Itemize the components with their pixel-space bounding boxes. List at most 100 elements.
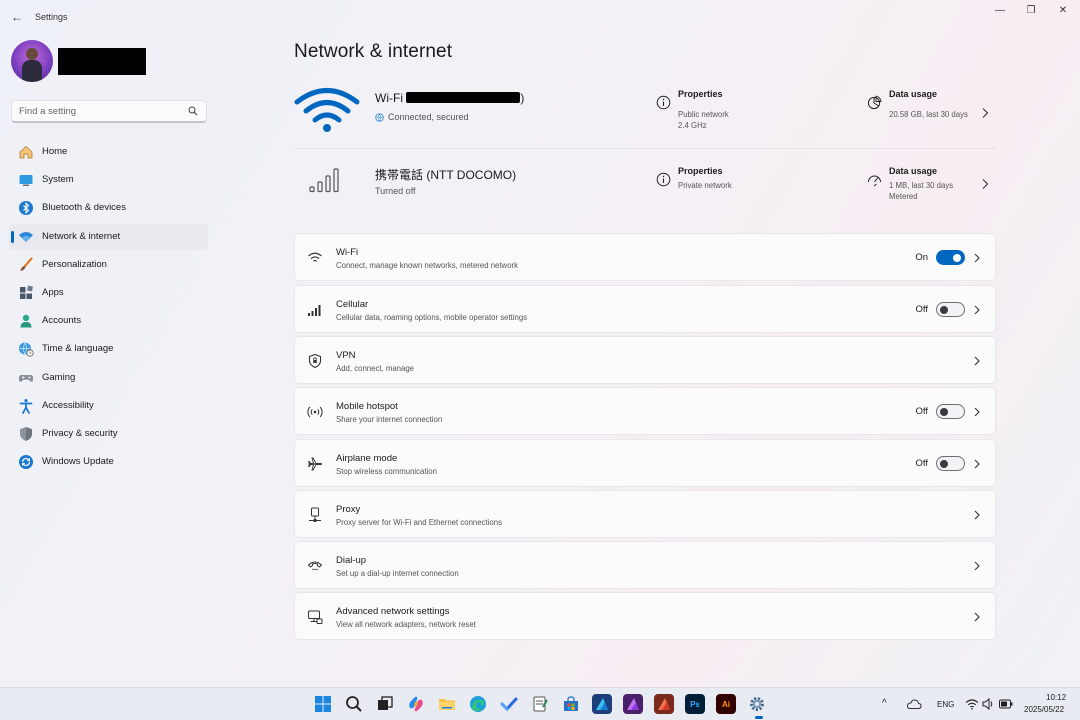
battery-icon[interactable] [999,699,1013,709]
sidebar-item-label: Privacy & security [42,427,118,439]
toggle-state-label: Off [915,406,929,417]
sidebar-item-network[interactable]: Network & internet [9,223,208,250]
card-subtitle: Share your internet connection [336,415,443,424]
affinity-photo-icon[interactable] [623,694,643,714]
title-bar: ← Settings — ❐ ✕ [0,0,1080,34]
taskbar-search-icon[interactable] [344,694,364,714]
sidebar-item-personalization[interactable]: Personalization [9,252,208,278]
chevron-right-icon [974,253,980,263]
cellular-network-name: 携帯電話 (NTT DOCOMO) [375,168,517,182]
search-input[interactable] [19,104,184,119]
network-icon [19,231,33,242]
sidebar-item-accessibility[interactable]: Accessibility [9,393,208,419]
back-button[interactable]: ← [8,10,26,24]
settings-gear-icon[interactable] [747,694,767,714]
sidebar-item-label: Apps [42,286,64,298]
toggle-state-label: On [915,252,928,263]
mobile-hotspot-settings-card[interactable]: Mobile hotspot Share your internet conne… [294,387,996,435]
cellular-status: Turned off [375,186,416,196]
properties-title: Properties [678,166,723,176]
illustrator-icon[interactable]: Ai [716,694,736,714]
chevron-right-icon [974,510,980,520]
todo-icon[interactable] [499,694,519,714]
airplane-mode-toggle[interactable] [936,456,965,471]
card-title: Mobile hotspot [336,401,398,412]
copilot-icon[interactable] [406,694,426,714]
clock-time[interactable]: 10:12 [1046,693,1066,702]
toggle-state-label: Off [915,304,929,315]
input-language[interactable]: ENG [937,700,954,709]
hotspot-icon [307,406,323,418]
divider [294,148,996,149]
chevron-right-icon [974,407,980,417]
volume-icon[interactable] [982,698,995,710]
affinity-designer-icon[interactable] [592,694,612,714]
sidebar-item-label: Accessibility [42,399,94,411]
wifi-settings-card[interactable]: Wi-Fi Connect, manage known networks, me… [294,233,996,281]
avatar[interactable] [11,40,53,82]
store-icon[interactable] [561,694,581,714]
wifi-large-icon [294,88,360,132]
chevron-right-icon [974,561,980,571]
search-icon[interactable] [188,106,198,116]
page-title: Network & internet [294,41,453,62]
advanced-network-icon [308,610,323,624]
update-icon [19,455,33,470]
chevron-right-icon[interactable] [980,107,990,119]
metered-label: Metered [889,192,918,201]
properties-title: Properties [678,89,723,99]
wifi-status: Connected, secured [375,112,469,122]
sidebar-item-time-language[interactable]: Time & language [9,336,208,362]
sidebar-item-label: Bluetooth & devices [42,202,126,214]
clock-date[interactable]: 2025/05/22 [1024,705,1064,714]
affinity-publisher-icon[interactable] [654,694,674,714]
proxy-icon [309,507,321,522]
sidebar-item-home[interactable]: Home [9,139,208,165]
onedrive-cloud-icon[interactable] [906,698,922,710]
pie-chart-icon [867,95,882,110]
wifi-toggle[interactable] [936,250,965,265]
edge-icon[interactable] [468,694,488,714]
chevron-right-icon [974,305,980,315]
sidebar-item-label: System [42,174,74,186]
vpn-settings-card[interactable]: VPN Add, connect, manage [294,336,996,384]
sidebar-item-accounts[interactable]: Accounts [9,308,208,334]
sidebar-item-windows-update[interactable]: Windows Update [9,449,208,475]
taskbar: Ps Ai ^ ENG 10:12 2025/05/22 [0,687,1080,720]
sidebar-item-gaming[interactable]: Gaming [9,365,208,391]
notepad-icon[interactable] [530,694,550,714]
sidebar-item-apps[interactable]: Apps [9,280,208,306]
maximize-button[interactable]: ❐ [1016,4,1046,18]
sidebar-item-privacy-security[interactable]: Privacy & security [9,421,208,447]
tray-overflow-chevron[interactable]: ^ [882,698,887,709]
advanced-network-settings-card[interactable]: Advanced network settings View all netwo… [294,592,996,640]
dial-up-settings-card[interactable]: Dial-up Set up a dial-up internet connec… [294,541,996,589]
cellular-connection-summary[interactable]: 携帯電話 (NTT DOCOMO) Turned off Properties … [294,153,996,223]
info-icon [656,172,671,187]
apps-icon [20,285,33,299]
mobile-hotspot-toggle[interactable] [936,404,965,419]
minimize-button[interactable]: — [985,4,1015,18]
redacted-ssid: ████████ [406,92,521,103]
cellular-settings-card[interactable]: Cellular Cellular data, roaming options,… [294,285,996,333]
chevron-right-icon[interactable] [980,178,990,190]
chevron-right-icon [974,356,980,366]
tray-wifi-icon[interactable] [965,698,979,710]
photoshop-icon[interactable]: Ps [685,694,705,714]
wifi-connection-summary[interactable]: Wi-Fi ████████) Connected, secured Prope… [294,82,996,152]
start-icon[interactable] [313,694,333,714]
search-box[interactable] [11,100,207,123]
data-usage-amount: 20.58 GB, last 30 days [889,110,968,119]
card-title: Cellular [336,299,369,310]
airplane-mode-settings-card[interactable]: Airplane mode Stop wireless communicatio… [294,439,996,487]
gamepad-icon [18,374,34,382]
task-view-icon[interactable] [375,694,395,714]
cellular-toggle[interactable] [936,302,965,317]
file-explorer-icon[interactable] [437,694,457,714]
user-name-redacted: ████████ [58,48,146,75]
proxy-settings-card[interactable]: Proxy Proxy server for Wi-Fi and Etherne… [294,490,996,538]
sidebar-item-bluetooth[interactable]: Bluetooth & devices [9,195,208,221]
close-button[interactable]: ✕ [1048,4,1078,18]
sidebar-item-system[interactable]: System [9,167,208,193]
card-subtitle: Set up a dial-up internet connection [336,569,459,578]
